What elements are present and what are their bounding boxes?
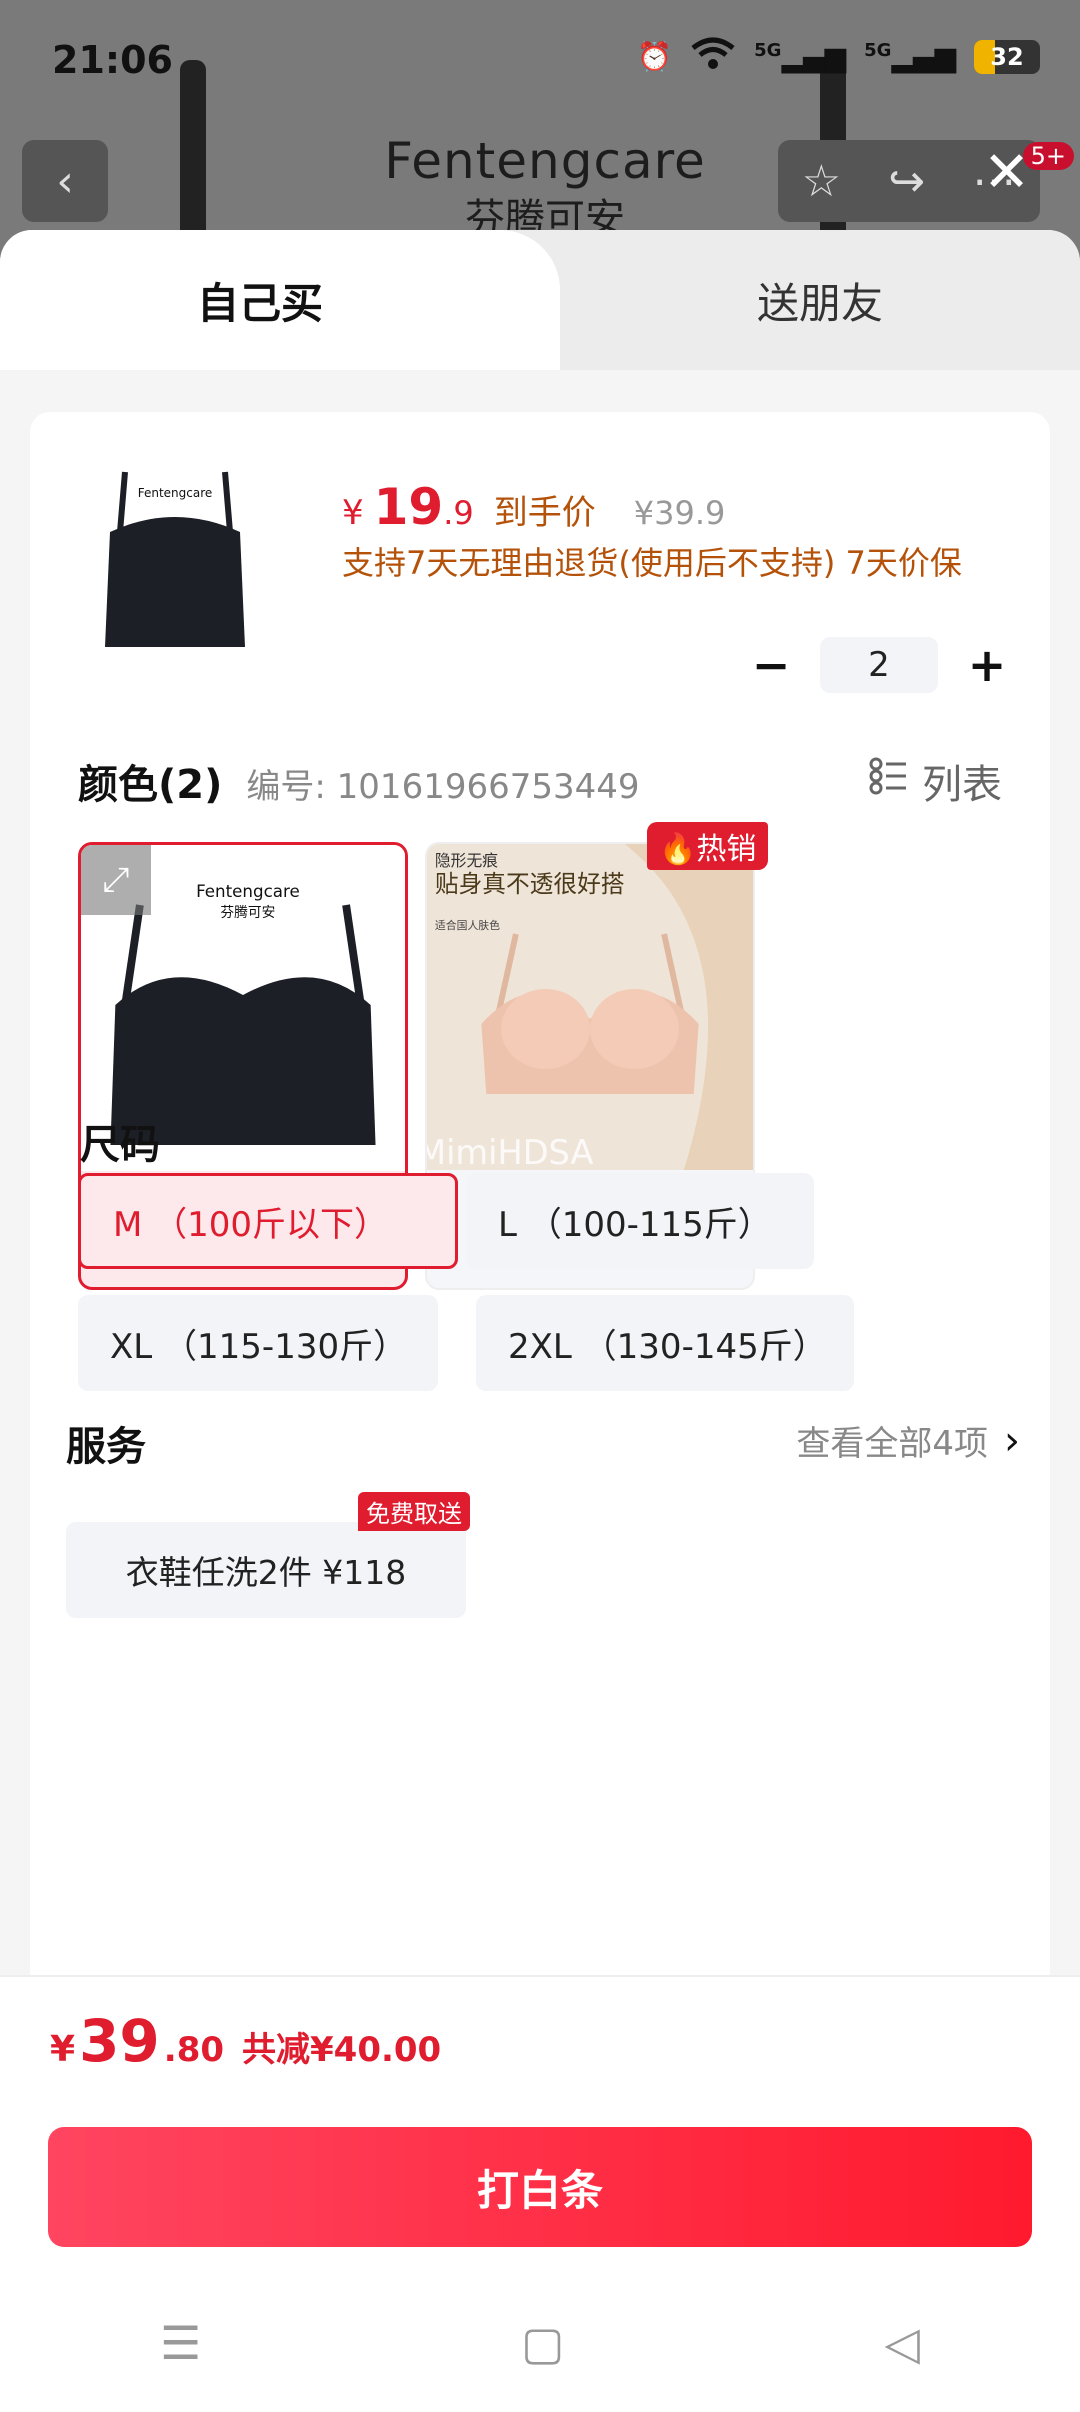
service-title: 服务 xyxy=(66,1424,146,1470)
decrease-button[interactable]: − xyxy=(746,638,796,692)
system-nav-bar: ☰ ▢ ◁ xyxy=(0,2293,1080,2393)
black-option-brand-cn: 芬腾可安 xyxy=(220,904,275,921)
size-option-m[interactable]: M （100斤以下） xyxy=(78,1173,458,1269)
size-title: 尺码 xyxy=(80,1122,160,1168)
close-icon[interactable]: ✕ xyxy=(983,140,1030,205)
star-icon[interactable]: ☆ xyxy=(802,156,841,207)
color-header: 颜色(2) 编号: 10161966753449 xyxy=(78,752,640,810)
size-option-l[interactable]: L （100-115斤） xyxy=(466,1173,814,1269)
list-icon xyxy=(868,756,908,806)
battery-icon: 32 xyxy=(974,39,1040,74)
skin-bra-image: 隐形无痕 贴身真不透很好搭 适合国人肤色 MimiHDSA xyxy=(427,844,753,1170)
back-button[interactable]: ‹ xyxy=(22,140,108,222)
service-option-laundry[interactable]: 衣鞋任洗2件 ¥118 xyxy=(66,1522,466,1618)
status-bar: 21:06 ⏰ 5G▂▄▆ 5G▂▄▆ 32 xyxy=(0,0,1080,120)
chevron-left-icon: ‹ xyxy=(56,155,74,207)
menu-icon[interactable]: ☰ xyxy=(160,2316,201,2370)
tab-gift-friend[interactable]: 送朋友 xyxy=(560,230,1080,370)
back-nav-icon[interactable]: ◁ xyxy=(885,2316,920,2370)
home-icon[interactable]: ▢ xyxy=(521,2316,564,2370)
notification-badge: 5+ xyxy=(1022,142,1074,170)
quantity-stepper: − 2 + xyxy=(746,637,1012,693)
size-option-2xl[interactable]: 2XL （130-145斤） xyxy=(476,1295,854,1391)
original-price: ¥39.9 xyxy=(633,494,726,532)
skin-option-tag: 隐形无痕 xyxy=(435,851,498,870)
skin-option-sub: 适合国人肤色 xyxy=(435,918,500,932)
skin-option-caption: 贴身真不透很好搭 xyxy=(435,870,625,898)
tab-buy-self[interactable]: 自己买 xyxy=(0,230,560,370)
wifi-icon xyxy=(690,36,736,77)
signal-icon-2: 5G▂▄▆ xyxy=(864,39,956,74)
hot-sale-badge: 🔥热销 xyxy=(647,822,769,870)
view-all-services[interactable]: 查看全部4项 › xyxy=(796,1416,1020,1465)
black-option-brand: Fentengcare xyxy=(196,881,300,901)
brand-logo: Fentengcare 芬腾可安 xyxy=(384,132,706,242)
thumb-brand-text: Fentengcare xyxy=(138,486,213,500)
color-title: 颜色(2) xyxy=(78,762,223,808)
free-pickup-badge: 免费取送 xyxy=(358,1492,470,1531)
image-watermark: MimiHDSA xyxy=(427,1133,593,1170)
quantity-input[interactable]: 2 xyxy=(820,637,938,693)
price-line: ¥ 19 .9 到手价 ¥39.9 xyxy=(342,478,726,536)
options-card: Fentengcare ¥ 19 .9 到手价 ¥39.9 支持7天无理由退货(… xyxy=(30,412,1050,2022)
total-discount: 共减¥40.00 xyxy=(242,2030,442,2070)
expand-icon[interactable]: ⤢ xyxy=(81,845,151,915)
return-policy-text: 支持7天无理由退货(使用后不支持) 7天价保 xyxy=(342,544,962,582)
increase-button[interactable]: + xyxy=(962,638,1012,692)
status-time: 21:06 xyxy=(52,38,173,82)
product-code: 编号: 10161966753449 xyxy=(246,767,640,807)
footer: 打白条 ☰ ▢ ◁ xyxy=(0,2115,1080,2412)
flame-icon: 🔥 xyxy=(659,832,697,867)
price-label: 到手价 xyxy=(493,493,596,533)
product-thumbnail: Fentengcare xyxy=(80,462,270,652)
alarm-icon: ⏰ xyxy=(637,40,673,73)
price-summary: ¥ 39 .80 共减¥40.00 xyxy=(0,1975,1080,2115)
share-icon[interactable]: ↪ xyxy=(888,156,925,207)
purchase-sheet: 送朋友 自己买 Fentengcare ¥ 19 .9 到手价 ¥39.9 支持… xyxy=(0,230,1080,2412)
price-value: 19 xyxy=(373,478,444,536)
list-view-toggle[interactable]: 列表 xyxy=(868,752,1002,810)
size-option-xl[interactable]: XL （115-130斤） xyxy=(78,1295,438,1391)
buy-with-credit-button[interactable]: 打白条 xyxy=(48,2127,1032,2247)
purchase-tabs: 送朋友 自己买 xyxy=(0,230,1080,370)
total-price: ¥ 39 .80 共减¥40.00 xyxy=(50,2007,442,2075)
chevron-right-icon: › xyxy=(1004,1417,1020,1464)
status-icons: ⏰ 5G▂▄▆ 5G▂▄▆ 32 xyxy=(637,36,1040,77)
signal-icon: 5G▂▄▆ xyxy=(754,39,847,74)
